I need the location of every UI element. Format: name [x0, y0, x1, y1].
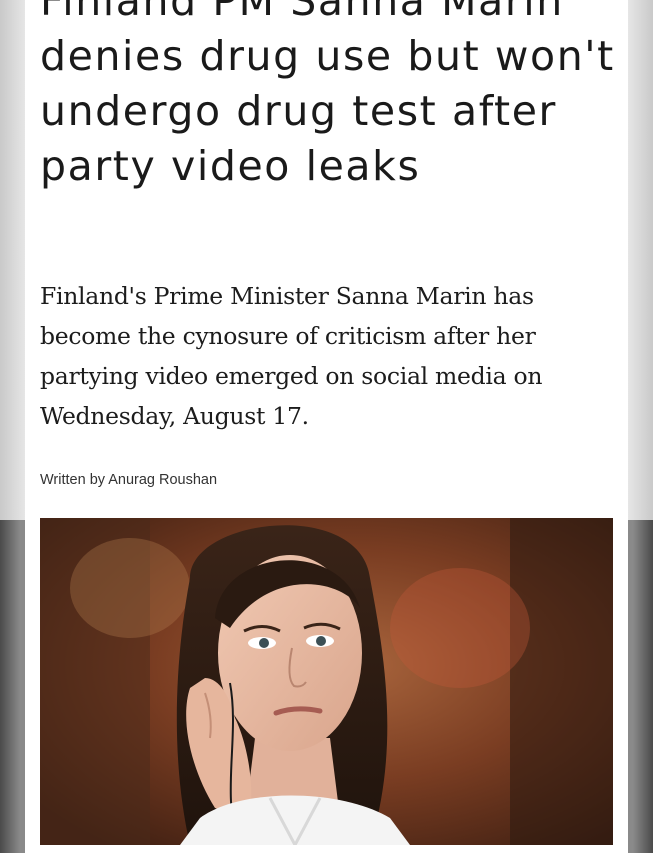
article-headline: Finland PM Sanna Marin denies drug use b…: [40, 0, 615, 190]
portrait-illustration: [40, 518, 613, 845]
article-card: Finland PM Sanna Marin denies drug use b…: [25, 0, 628, 853]
article-byline: Written by Anurag Roushan: [40, 472, 218, 488]
article-summary: Finland's Prime Minister Sanna Marin has…: [40, 282, 543, 430]
article-photo[interactable]: [40, 518, 613, 845]
